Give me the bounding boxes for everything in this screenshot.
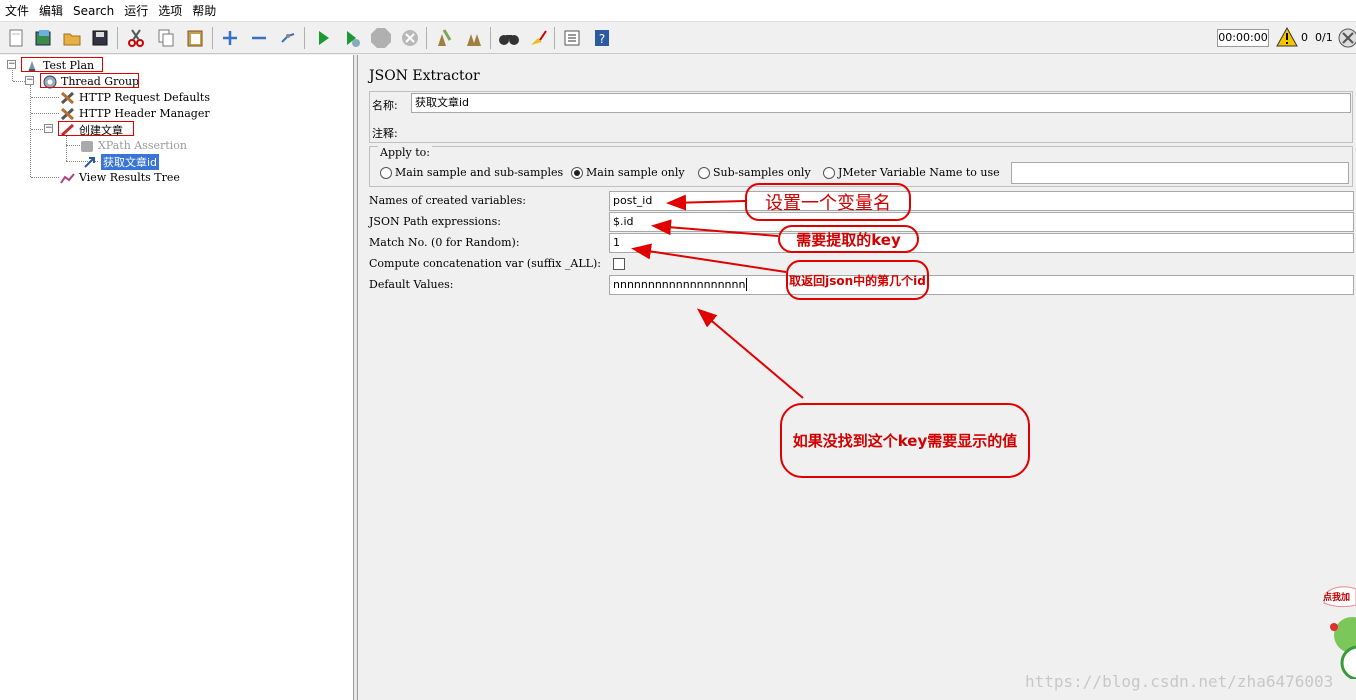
json-path-input[interactable]: $.id	[609, 212, 1354, 232]
config-tools-icon	[60, 106, 76, 121]
open-icon[interactable]	[60, 26, 84, 50]
tree-node-view-results-tree[interactable]: View Results Tree	[60, 170, 180, 185]
tree-label-get-article-id: 获取文章id	[101, 153, 160, 170]
comment-label: 注释:	[372, 127, 398, 140]
cut-icon[interactable]	[124, 26, 148, 50]
shutdown-icon[interactable]	[398, 26, 422, 50]
tree-label-http-header: HTTP Header Manager	[79, 107, 210, 120]
expand-icon[interactable]	[218, 26, 242, 50]
panel-title: JSON Extractor	[369, 68, 480, 84]
collapse-toggle-create-article[interactable]: −	[44, 124, 53, 133]
concat-label: Compute concatenation var (suffix _ALL):	[369, 257, 601, 270]
svg-text:?: ?	[599, 32, 605, 46]
collapse-toggle-test-plan[interactable]: −	[7, 60, 16, 69]
name-label: 名称:	[372, 99, 398, 112]
test-plan-tree: − − − Test Plan Thread Group HTTP Reques…	[0, 55, 354, 700]
radio-dot-selected	[571, 166, 583, 179]
default-values-input[interactable]: nnnnnnnnnnnnnnnnnnn	[609, 275, 1354, 295]
callout-nth-id: 取返回json中的第几个id	[786, 260, 929, 300]
search-icon[interactable]	[497, 26, 521, 50]
json-path-label: JSON Path expressions:	[369, 215, 501, 228]
collapse-toggle-thread-group[interactable]: −	[25, 76, 34, 85]
jmeter-variable-input[interactable]	[1011, 162, 1349, 184]
reset-search-icon[interactable]	[526, 26, 550, 50]
clear-icon[interactable]	[432, 26, 456, 50]
menu-help[interactable]: 帮助	[187, 0, 221, 22]
menu-file[interactable]: 文件	[0, 0, 34, 22]
json-extractor-panel: JSON Extractor 名称: 获取文章id 注释: Apply to: …	[359, 55, 1356, 700]
menu-bar: 文件 编辑 Search 运行 选项 帮助	[0, 0, 1356, 22]
default-values-text: nnnnnnnnnnnnnnnnnnn	[613, 278, 746, 291]
name-comment-group: 名称: 获取文章id 注释:	[369, 91, 1353, 143]
callout-default-display: 如果没找到这个key需要显示的值	[780, 403, 1030, 478]
radio-main-and-sub[interactable]: Main sample and sub-samples	[380, 166, 563, 179]
callout-set-var-name: 设置一个变量名	[745, 183, 911, 221]
toolbar: ? 00:00:00 0 0/1	[0, 22, 1356, 54]
radio-sub-only[interactable]: Sub-samples only	[698, 166, 811, 179]
tree-label-view-results: View Results Tree	[79, 171, 180, 184]
radio-main-only[interactable]: Main sample only	[571, 166, 685, 179]
tree-node-http-request-defaults[interactable]: HTTP Request Defaults	[60, 90, 210, 105]
panel-splitter[interactable]	[354, 55, 358, 700]
templates-icon[interactable]	[31, 26, 55, 50]
apply-to-label: Apply to:	[378, 146, 433, 159]
help-icon[interactable]: ?	[590, 26, 614, 50]
radio-dot	[380, 166, 392, 179]
default-values-label: Default Values:	[369, 278, 454, 291]
highlight-box-thread-group	[40, 73, 139, 88]
start-no-pause-icon[interactable]	[340, 26, 364, 50]
variables-label: Names of created variables:	[369, 194, 526, 207]
radio-jmeter-variable[interactable]: JMeter Variable Name to use	[823, 166, 1000, 179]
save-icon[interactable]	[88, 26, 112, 50]
function-helper-icon[interactable]	[560, 26, 584, 50]
highlight-box-test-plan	[21, 57, 103, 72]
clear-all-icon[interactable]	[462, 26, 486, 50]
warning-count: 0	[1301, 31, 1308, 44]
tree-node-get-article-id[interactable]: 获取文章id	[82, 153, 160, 170]
concat-checkbox[interactable]	[613, 258, 625, 270]
paste-icon[interactable]	[183, 26, 207, 50]
menu-run[interactable]: 运行	[119, 0, 153, 22]
extractor-arrow-icon	[82, 154, 98, 169]
name-input[interactable]: 获取文章id	[411, 93, 1351, 113]
comment-input[interactable]	[408, 118, 1352, 138]
radio-dot	[698, 166, 710, 179]
match-no-label: Match No. (0 for Random):	[369, 236, 520, 249]
tree-node-http-header-manager[interactable]: HTTP Header Manager	[60, 106, 210, 121]
assertion-icon	[79, 138, 95, 153]
match-no-input[interactable]: 1	[609, 233, 1354, 253]
menu-edit[interactable]: 编辑	[34, 0, 68, 22]
elapsed-timer: 00:00:00	[1217, 29, 1269, 47]
menu-search[interactable]: Search	[68, 0, 119, 22]
tree-label-http-defaults: HTTP Request Defaults	[79, 91, 210, 104]
menu-options[interactable]: 选项	[153, 0, 187, 22]
tree-label-xpath-assertion: XPath Assertion	[98, 139, 187, 152]
config-tools-icon	[60, 90, 76, 105]
callout-key-to-extract: 需要提取的key	[778, 225, 919, 253]
tree-node-xpath-assertion[interactable]: XPath Assertion	[79, 138, 187, 153]
radio-dot	[823, 166, 835, 179]
listener-graph-icon	[60, 170, 76, 185]
copy-icon[interactable]	[154, 26, 178, 50]
variables-input[interactable]: post_id	[609, 191, 1354, 211]
collapse-icon[interactable]	[247, 26, 271, 50]
toggle-icon[interactable]	[276, 26, 300, 50]
apply-to-group: Apply to: Main sample and sub-samples Ma…	[369, 146, 1353, 187]
warning-icon[interactable]	[1276, 26, 1298, 50]
watermark: https://blog.csdn.net/zha6476003	[1025, 672, 1334, 691]
remote-globe-icon[interactable]	[1338, 27, 1356, 52]
highlight-box-create-article	[58, 121, 134, 136]
start-icon[interactable]	[311, 26, 335, 50]
floater-text: 点我加	[1323, 593, 1351, 603]
new-icon[interactable]	[4, 26, 28, 50]
active-threads: 0/1	[1315, 31, 1333, 44]
stop-icon[interactable]	[369, 26, 393, 50]
